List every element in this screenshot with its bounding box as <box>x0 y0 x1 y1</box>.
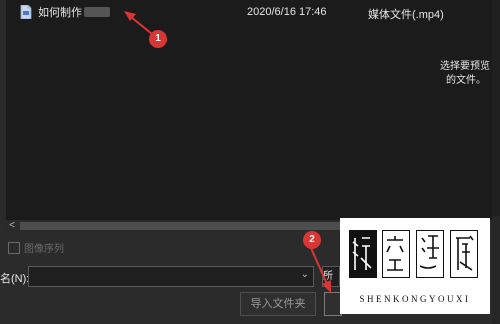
import-folder-button[interactable]: 导入文件夹 <box>240 292 316 316</box>
preview-text-line1: 选择要预览 <box>440 61 490 72</box>
watermark-glyphs <box>352 235 474 271</box>
annotation-badge-2: 2 <box>303 231 321 249</box>
file-date: 2020/6/16 17:46 <box>247 6 327 18</box>
file-type: 媒体文件(.mp4) <box>368 9 444 21</box>
filename-field[interactable]: ⌄ <box>28 266 314 287</box>
image-sequence-checkbox[interactable] <box>8 241 20 254</box>
right-edge-panel <box>492 216 500 324</box>
file-type-filter[interactable]: 所 <box>322 266 340 287</box>
preview-text-line2: 的文件。 <box>446 75 486 86</box>
image-sequence-option[interactable]: 图像序列 <box>8 240 64 255</box>
preview-pane: 选择要预览 的文件。 <box>440 60 500 88</box>
file-list[interactable]: 如何制作 2020/6/16 17:46 媒体文件(.mp4) <box>6 0 492 220</box>
annotation-badge-1: 1 <box>149 30 167 48</box>
filename-label: 名(N): <box>0 273 30 285</box>
file-name: 如何制作 <box>38 7 82 19</box>
media-file-icon <box>20 5 32 19</box>
scroll-left-icon[interactable]: < <box>6 220 18 232</box>
file-row[interactable]: 如何制作 <box>20 3 110 21</box>
watermark-logo: SHENKONGYOUXI <box>340 218 490 314</box>
redacted-name-part <box>84 7 110 17</box>
chevron-down-icon[interactable]: ⌄ <box>301 269 309 280</box>
watermark-text: SHENKONGYOUXI <box>359 294 471 304</box>
image-sequence-label: 图像序列 <box>24 244 64 255</box>
